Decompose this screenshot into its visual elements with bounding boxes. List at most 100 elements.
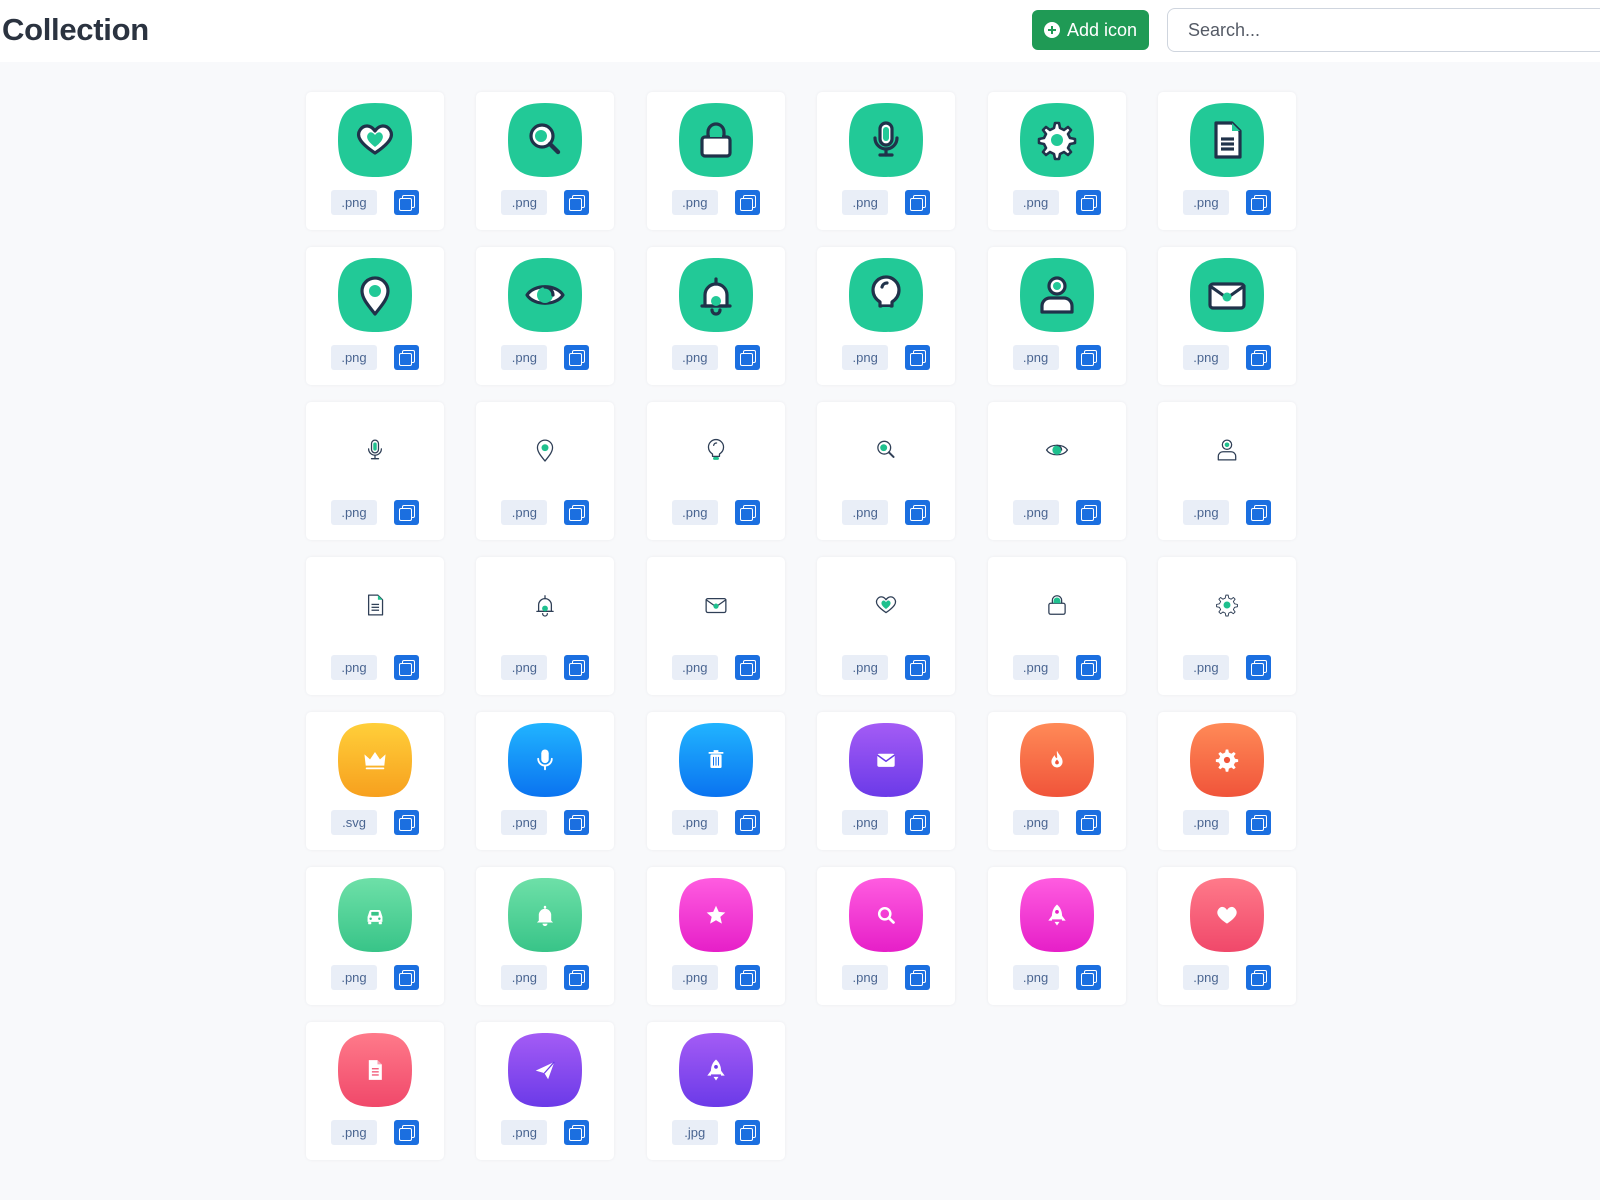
gear-icon[interactable] xyxy=(1188,721,1266,799)
icon-card[interactable]: .png xyxy=(646,92,785,230)
microphone-icon[interactable] xyxy=(336,411,414,489)
icon-card[interactable]: .png xyxy=(476,712,615,850)
gear-icon[interactable] xyxy=(1188,566,1266,644)
icon-card[interactable]: .png xyxy=(817,247,956,385)
lock-icon[interactable] xyxy=(677,101,755,179)
icon-card[interactable]: .jpg xyxy=(646,1022,785,1160)
icon-card[interactable]: .png xyxy=(817,712,956,850)
gear-icon[interactable] xyxy=(1018,101,1096,179)
copy-icon[interactable] xyxy=(734,965,760,990)
copy-icon[interactable] xyxy=(1075,810,1101,835)
star-icon[interactable] xyxy=(677,876,755,954)
rocket-icon[interactable] xyxy=(677,1031,755,1109)
icon-card[interactable]: .png xyxy=(646,247,785,385)
icon-card[interactable]: .png xyxy=(817,92,956,230)
copy-icon[interactable] xyxy=(564,655,590,680)
copy-icon[interactable] xyxy=(734,500,760,525)
icon-card[interactable]: .png xyxy=(987,92,1126,230)
heart-icon[interactable] xyxy=(847,566,925,644)
copy-icon[interactable] xyxy=(1245,345,1271,370)
copy-icon[interactable] xyxy=(1245,810,1271,835)
copy-icon[interactable] xyxy=(394,345,419,370)
copy-icon[interactable] xyxy=(734,655,760,680)
icon-card[interactable]: .png xyxy=(476,1022,615,1160)
copy-icon[interactable] xyxy=(394,810,419,835)
eye-icon[interactable] xyxy=(1018,411,1096,489)
icon-card[interactable]: .png xyxy=(476,557,615,695)
icon-card[interactable]: .png xyxy=(1157,557,1296,695)
bell-icon[interactable] xyxy=(677,256,755,334)
icon-card[interactable]: .png xyxy=(987,247,1126,385)
bell-icon[interactable] xyxy=(506,876,584,954)
lightbulb-icon[interactable] xyxy=(677,411,755,489)
bell-icon[interactable] xyxy=(506,566,584,644)
heart-icon[interactable] xyxy=(336,101,414,179)
user-icon[interactable] xyxy=(1018,256,1096,334)
lightbulb-icon[interactable] xyxy=(847,256,925,334)
copy-icon[interactable] xyxy=(394,965,419,990)
icon-card[interactable]: .png xyxy=(1157,402,1296,540)
lock-icon[interactable] xyxy=(1018,566,1096,644)
copy-icon[interactable] xyxy=(564,345,590,370)
add-icon-button[interactable]: Add icon xyxy=(1032,10,1149,50)
copy-icon[interactable] xyxy=(905,810,931,835)
envelope-icon[interactable] xyxy=(847,721,925,799)
eye-icon[interactable] xyxy=(506,256,584,334)
location-pin-icon[interactable] xyxy=(506,411,584,489)
icon-card[interactable]: .png xyxy=(646,402,785,540)
copy-icon[interactable] xyxy=(1245,500,1271,525)
copy-icon[interactable] xyxy=(394,1120,419,1145)
document-icon[interactable] xyxy=(336,1031,414,1109)
copy-icon[interactable] xyxy=(564,190,590,215)
icon-card[interactable]: .png xyxy=(306,92,444,230)
icon-card[interactable]: .png xyxy=(1157,867,1296,1005)
icon-card[interactable]: .png xyxy=(646,712,785,850)
icon-card[interactable]: .png xyxy=(817,557,956,695)
copy-icon[interactable] xyxy=(734,1120,760,1145)
copy-icon[interactable] xyxy=(394,500,419,525)
copy-icon[interactable] xyxy=(1245,655,1271,680)
copy-icon[interactable] xyxy=(1075,190,1101,215)
copy-icon[interactable] xyxy=(905,655,931,680)
icon-card[interactable]: .png xyxy=(987,557,1126,695)
copy-icon[interactable] xyxy=(394,190,419,215)
paper-plane-icon[interactable] xyxy=(506,1031,584,1109)
icon-card[interactable]: .png xyxy=(306,247,444,385)
icon-card[interactable]: .png xyxy=(306,1022,444,1160)
copy-icon[interactable] xyxy=(1245,965,1271,990)
icon-card[interactable]: .png xyxy=(987,867,1126,1005)
document-icon[interactable] xyxy=(1188,101,1266,179)
icon-card[interactable]: .png xyxy=(476,247,615,385)
copy-icon[interactable] xyxy=(564,1120,590,1145)
icon-card[interactable]: .png xyxy=(817,402,956,540)
envelope-icon[interactable] xyxy=(677,566,755,644)
envelope-icon[interactable] xyxy=(1188,256,1266,334)
icon-card[interactable]: .png xyxy=(306,867,444,1005)
icon-card[interactable]: .png xyxy=(1157,247,1296,385)
icon-card[interactable]: .png xyxy=(987,402,1126,540)
car-icon[interactable] xyxy=(336,876,414,954)
copy-icon[interactable] xyxy=(1075,655,1101,680)
copy-icon[interactable] xyxy=(734,810,760,835)
copy-icon[interactable] xyxy=(734,190,760,215)
icon-card[interactable]: .png xyxy=(306,557,444,695)
copy-icon[interactable] xyxy=(734,345,760,370)
trash-icon[interactable] xyxy=(677,721,755,799)
search-icon[interactable] xyxy=(506,101,584,179)
copy-icon[interactable] xyxy=(564,810,590,835)
icon-card[interactable]: .png xyxy=(476,867,615,1005)
icon-card[interactable]: .png xyxy=(817,867,956,1005)
copy-icon[interactable] xyxy=(564,500,590,525)
copy-icon[interactable] xyxy=(1075,965,1101,990)
icon-card[interactable]: .png xyxy=(476,402,615,540)
copy-icon[interactable] xyxy=(905,190,931,215)
microphone-icon[interactable] xyxy=(506,721,584,799)
copy-icon[interactable] xyxy=(905,500,931,525)
search-icon[interactable] xyxy=(847,411,925,489)
heart-icon[interactable] xyxy=(1188,876,1266,954)
document-icon[interactable] xyxy=(336,566,414,644)
icon-card[interactable]: .png xyxy=(646,867,785,1005)
user-icon[interactable] xyxy=(1188,411,1266,489)
copy-icon[interactable] xyxy=(1075,345,1101,370)
icon-card[interactable]: .png xyxy=(1157,712,1296,850)
